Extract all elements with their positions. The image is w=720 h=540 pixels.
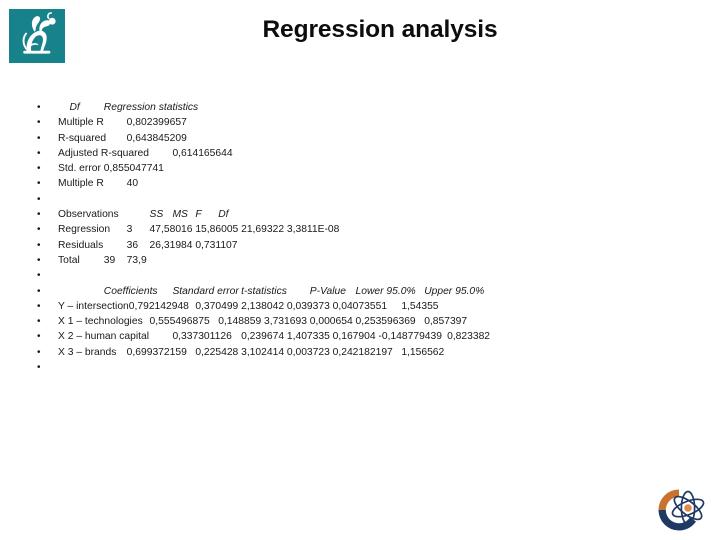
list-item: • Std. error 0,855047741	[0, 161, 720, 176]
list-item: • Coefficients Standard error t-statisti…	[0, 284, 720, 299]
list-item-text: Df Regression statistics	[58, 102, 199, 113]
list-item: • Regression 3 47,58016 15,86005 21,69322…	[0, 222, 720, 237]
list-item: • Y – intersection0,792142948 0,370499 2,…	[0, 299, 720, 314]
bullet-icon: •	[37, 224, 41, 236]
list-item: • X 3 – brands 0,699372159 0,225428 3,102…	[0, 345, 720, 360]
bullet-icon: •	[37, 102, 41, 113]
list-item: • Observations SS MS F Df	[0, 207, 720, 222]
list-item-text: Multiple R 40	[58, 178, 139, 190]
bullet-icon: •	[37, 316, 41, 328]
list-item: • Adjusted R-squared 0,614165644	[0, 146, 720, 161]
bullet-icon: •	[37, 117, 41, 129]
list-item-text: X 3 – brands 0,699372159 0,225428 3,1024…	[58, 346, 445, 358]
bullet-icon: •	[37, 331, 41, 343]
bullet-icon: •	[37, 285, 41, 297]
bullet-icon: •	[37, 300, 41, 312]
list-item-text: Observations	[58, 209, 150, 221]
list-item-text: R-squared 0,643845209	[58, 132, 187, 144]
list-item-text: Multiple R 0,802399657	[58, 117, 187, 129]
list-item-text: X 1 – technologies 0,555496875 0,148859 …	[58, 316, 468, 328]
list-item: • Multiple R 40	[0, 176, 720, 191]
list-item: •	[0, 192, 720, 207]
list-item: • X 2 – human capital 0,337301126 0,23967…	[0, 329, 720, 344]
page-title: Regression analysis	[262, 16, 498, 43]
bullet-icon: •	[37, 193, 41, 205]
bullet-icon: •	[37, 239, 41, 251]
bullet-icon: •	[37, 178, 41, 190]
griffin-logo	[9, 9, 65, 63]
list-item-text: Residuals 36 26,31984 0,731107	[58, 239, 238, 251]
bullet-icon: •	[37, 254, 41, 266]
bullet-icon: •	[37, 163, 41, 175]
list-item-text: Regression 3 47,58016 15,86005 21,69322 …	[58, 224, 340, 236]
list-item: •	[0, 360, 720, 375]
list-item-text: Y – intersection0,792142948 0,370499 2,1…	[58, 300, 439, 312]
list-item-text: SS MS F Df	[149, 209, 229, 221]
atom-circle-logo	[653, 484, 711, 536]
bullet-icon: •	[37, 270, 41, 282]
list-item: • Total 39 73,9	[0, 253, 720, 268]
list-item: • X 1 – technologies 0,555496875 0,148859…	[0, 314, 720, 329]
list-item: • Df Regression statistics	[0, 100, 720, 115]
bullet-icon: •	[37, 346, 41, 358]
bullet-icon: •	[37, 147, 41, 159]
list-item: •	[0, 268, 720, 283]
list-item: • R-squared 0,643845209	[0, 131, 720, 146]
list-item-text: Adjusted R-squared 0,614165644	[58, 147, 233, 159]
list-item: • Multiple R 0,802399657	[0, 115, 720, 130]
list-item-text: Std. error 0,855047741	[58, 163, 164, 175]
bullet-icon: •	[37, 362, 41, 374]
list-item-text: X 2 – human capital 0,337301126 0,239674…	[58, 331, 491, 343]
list-item-text: Total 39 73,9	[58, 254, 147, 266]
list-item: • Residuals 36 26,31984 0,731107	[0, 238, 720, 253]
bullet-icon: •	[37, 209, 41, 221]
presentation-slide: Regression analysis • Df Regression stat…	[0, 0, 720, 540]
content-body: • Df Regression statistics • Multiple R 0,…	[0, 100, 720, 375]
list-item-text: Coefficients Standard error t-statistics…	[58, 285, 485, 297]
bullet-icon: •	[37, 132, 41, 144]
